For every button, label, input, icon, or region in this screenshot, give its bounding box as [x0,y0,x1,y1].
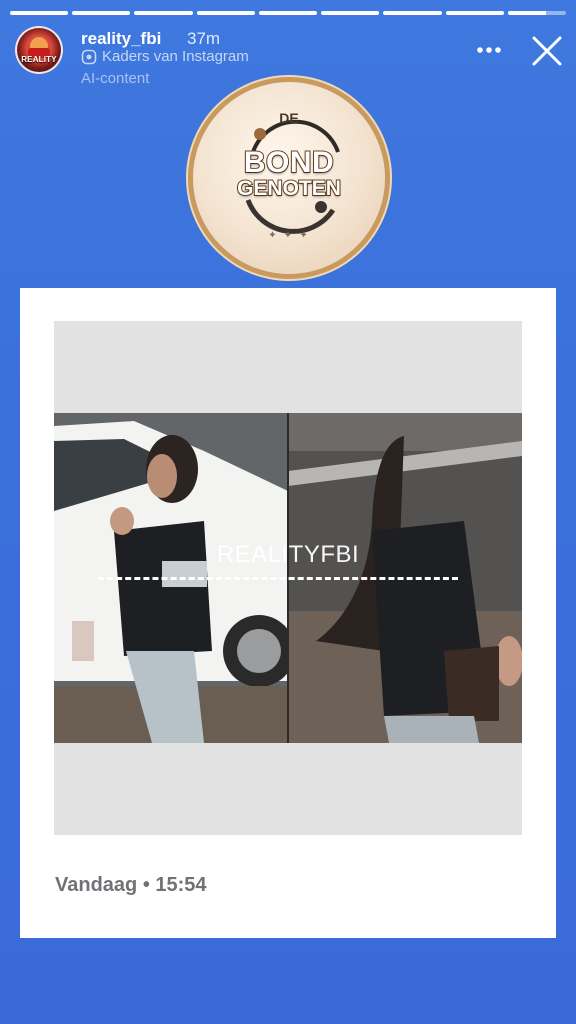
shared-post-card[interactable]: REALITYFBI Vandaag • 15:54 [20,288,556,938]
avatar-graphic [28,37,50,58]
de-bondgenoten-sticker[interactable]: DE BOND GENOTEN ✦ ✦ ✦ [193,82,385,274]
progress-segment [321,11,380,15]
more-horizontal-icon [477,47,501,53]
post-image: REALITYFBI [54,321,522,835]
progress-segment [258,11,318,15]
avatar-text: REALITY [21,55,57,64]
avatar[interactable]: REALITY [15,26,63,74]
close-button[interactable] [528,32,566,70]
watermark-dashed-line [98,577,458,580]
progress-segment [445,11,504,15]
more-options-button[interactable] [472,38,506,62]
post-caption: Vandaag • 15:54 [55,874,207,896]
source-line[interactable]: Kaders van Instagram [81,48,249,65]
progress-segment [134,11,193,15]
frames-icon [81,49,97,64]
progress-segment-fill [507,11,546,15]
username[interactable]: reality_fbi [81,29,161,49]
story-progress-bar [10,11,566,15]
sticker-stars: ✦ ✦ ✦ [268,230,310,241]
watermark-text: REALITYFBI [216,541,360,568]
sticker-line-bond: BOND [243,145,335,180]
progress-segment [383,11,442,15]
progress-segment [196,11,255,15]
progress-segment [72,11,131,15]
sticker-line-de: DE [279,110,299,126]
source-label: Kaders van Instagram [102,48,249,65]
ai-content-label[interactable]: AI-content [81,70,149,87]
post-time: 37m [187,29,221,48]
close-icon [532,36,562,66]
progress-segment [10,11,69,15]
sticker-line-genoten: GENOTEN [236,176,342,201]
progress-segment [507,11,566,15]
